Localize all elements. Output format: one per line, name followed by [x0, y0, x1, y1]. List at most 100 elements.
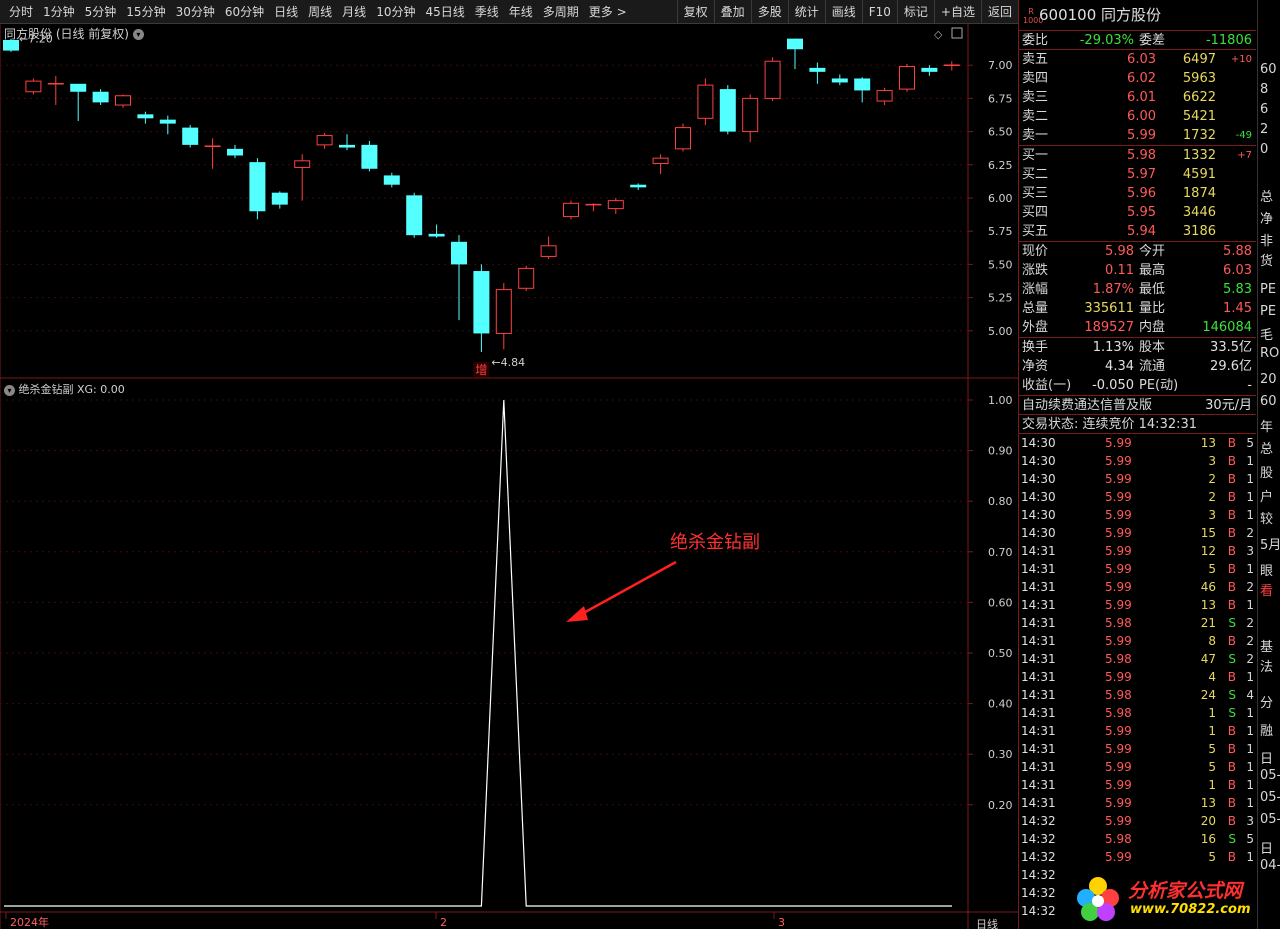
tick-side: B [1227, 814, 1236, 828]
ask-row[interactable]: 卖一 5.99 1732 -49 [1019, 126, 1256, 145]
tick-price: 5.99 [1105, 454, 1132, 468]
period-tab-11[interactable]: 季线 [470, 3, 504, 20]
toolbar-button-6[interactable]: 标记 [896, 0, 934, 24]
candle[interactable] [921, 65, 938, 76]
candle[interactable] [831, 74, 848, 86]
candle[interactable] [719, 85, 736, 135]
candle[interactable] [563, 200, 579, 220]
ask-row[interactable]: 卖四 6.02 5963 [1019, 69, 1256, 88]
candle[interactable] [943, 61, 960, 71]
chevron-down-icon[interactable]: ▾ [132, 29, 144, 40]
candle[interactable] [115, 94, 131, 108]
period-tab-7[interactable]: 周线 [303, 3, 337, 20]
period-tab-6[interactable]: 日线 [269, 3, 303, 20]
period-tab-3[interactable]: 15分钟 [121, 3, 170, 20]
candle[interactable] [473, 264, 490, 353]
period-tab-1[interactable]: 1分钟 [38, 3, 80, 20]
candle[interactable] [607, 197, 624, 214]
candle[interactable] [361, 140, 378, 172]
candle-body [876, 89, 893, 102]
candle[interactable] [540, 236, 557, 260]
candle[interactable] [137, 111, 154, 124]
candle[interactable] [204, 138, 221, 169]
period-tab-8[interactable]: 月线 [337, 3, 371, 20]
candle[interactable] [249, 158, 266, 220]
bid-row[interactable]: 买三 5.96 1874 [1019, 184, 1256, 203]
toolbar-button-8[interactable]: 返回 [980, 0, 1018, 24]
side-info-text: 基 [1260, 640, 1274, 655]
bid-row[interactable]: 买五 5.94 3186 [1019, 222, 1256, 241]
window-icon[interactable] [951, 27, 963, 39]
promo-row[interactable]: 自动续费通达信普及版 30元/月 [1019, 396, 1256, 415]
candle[interactable] [675, 123, 691, 152]
period-tab-12[interactable]: 年线 [504, 3, 538, 20]
candle[interactable] [518, 265, 535, 291]
diamond-icon[interactable]: ◇ [934, 28, 943, 41]
candle[interactable] [271, 191, 288, 209]
toolbar-button-3[interactable]: 统计 [787, 0, 825, 24]
period-tab-2[interactable]: 5分钟 [80, 3, 122, 20]
candle[interactable] [227, 144, 243, 159]
tick-list[interactable]: 14:30 5.99 13 B 5 14:30 5.99 3 B 1 14:30 5.99 2 B 1 14:… [1019, 434, 1256, 920]
candle[interactable] [182, 124, 199, 148]
candle[interactable] [764, 57, 781, 102]
bid-row[interactable]: 买四 5.95 3446 [1019, 203, 1256, 222]
toolbar-button-5[interactable]: F10 [861, 0, 897, 24]
period-tab-4[interactable]: 30分钟 [171, 3, 220, 20]
candle[interactable] [585, 203, 602, 212]
period-tab-14[interactable]: 更多 > [584, 3, 632, 20]
candle[interactable] [495, 282, 512, 350]
tick-side: B [1227, 508, 1236, 522]
tick-volume: 2 [1208, 490, 1216, 504]
weicha-value: -11806 [1205, 33, 1252, 48]
side-info-text: 户 [1260, 490, 1274, 505]
candle[interactable] [742, 94, 759, 143]
candle[interactable] [451, 235, 467, 321]
candle[interactable] [406, 192, 423, 238]
candle[interactable] [383, 172, 400, 188]
stat-row: 收益(一) -0.050 PE(动) - [1019, 376, 1256, 395]
period-tab-0[interactable]: 分时 [4, 3, 38, 20]
candle[interactable] [47, 75, 64, 106]
chevron-down-icon[interactable]: ▾ [4, 384, 15, 396]
tick-count: 1 [1246, 454, 1254, 468]
candle[interactable] [854, 77, 871, 103]
bid-row[interactable]: 买二 5.97 4591 [1019, 165, 1256, 184]
candle[interactable] [428, 224, 445, 238]
stat-row: 涨跌 0.11 最高 6.03 [1019, 261, 1256, 280]
candle[interactable] [787, 38, 803, 70]
period-tab-13[interactable]: 多周期 [538, 3, 584, 20]
candle[interactable] [339, 134, 355, 151]
toolbar-button-4[interactable]: 画线 [824, 0, 862, 24]
tick-count: 5 [1246, 436, 1254, 450]
bid-volume: 3446 [1182, 205, 1216, 220]
period-tab-5[interactable]: 60分钟 [220, 3, 269, 20]
candle[interactable] [899, 63, 915, 92]
candle[interactable] [316, 132, 333, 149]
side-info-text: 融 [1260, 724, 1274, 739]
period-tab-9[interactable]: 10分钟 [371, 3, 420, 20]
tick-volume: 47 [1200, 652, 1216, 666]
candle[interactable] [294, 154, 311, 201]
ask-row[interactable]: 卖二 6.00 5421 [1019, 107, 1256, 126]
candle[interactable] [70, 83, 87, 121]
toolbar-button-7[interactable]: +自选 [933, 0, 981, 24]
candle[interactable] [92, 89, 109, 106]
candle[interactable] [697, 78, 714, 125]
side-info-text: 2 [1260, 122, 1269, 137]
bid-row[interactable]: 买一 5.98 1332 +7 [1019, 146, 1256, 165]
candle[interactable] [876, 87, 893, 106]
period-tab-10[interactable]: 45日线 [420, 3, 469, 20]
side-info-text: 05- [1260, 768, 1280, 783]
ask-row[interactable]: 卖三 6.01 6622 [1019, 88, 1256, 107]
candle[interactable] [809, 62, 826, 84]
candle[interactable] [630, 183, 647, 191]
candle[interactable] [652, 154, 669, 175]
tick-count: 2 [1246, 634, 1254, 648]
candle[interactable] [25, 78, 42, 95]
chart-area[interactable]: 7.006.756.506.256.005.755.505.255.00←7.2… [0, 24, 1018, 929]
toolbar-button-1[interactable]: 叠加 [713, 0, 751, 24]
toolbar-button-2[interactable]: 多股 [750, 0, 788, 24]
toolbar-button-0[interactable]: 复权 [676, 0, 714, 24]
ask-row[interactable]: 卖五 6.03 6497 +10 [1019, 50, 1256, 69]
